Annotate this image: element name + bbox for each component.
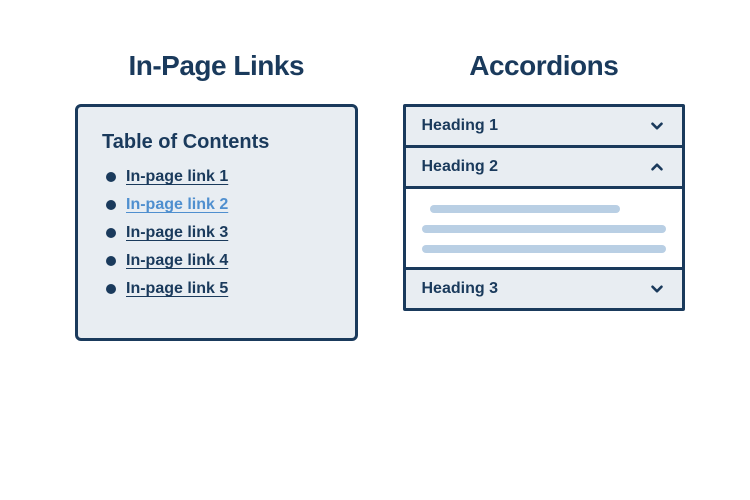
bullet-icon: [106, 256, 116, 266]
accordion-item-2: Heading 2: [406, 148, 683, 270]
chevron-down-icon: [648, 117, 666, 135]
list-item: In-page link 1: [106, 168, 331, 186]
list-item: In-page link 4: [106, 252, 331, 270]
accordion-content-2: [406, 186, 683, 267]
accordion-box: Heading 1 Heading 2 Heading 3: [403, 104, 686, 311]
list-item: In-page link 2: [106, 196, 331, 214]
bullet-icon: [106, 228, 116, 238]
placeholder-line: [422, 245, 667, 253]
accordions-panel: Accordions Heading 1 Heading 2: [403, 50, 686, 311]
in-page-link-4[interactable]: In-page link 4: [126, 252, 228, 270]
chevron-up-icon: [648, 158, 666, 176]
in-page-link-1[interactable]: In-page link 1: [126, 168, 228, 186]
in-page-links-title: In-Page Links: [128, 50, 304, 82]
list-item: In-page link 5: [106, 280, 331, 298]
chevron-down-icon: [648, 280, 666, 298]
toc-list: In-page link 1 In-page link 2 In-page li…: [102, 168, 331, 298]
list-item: In-page link 3: [106, 224, 331, 242]
in-page-link-3[interactable]: In-page link 3: [126, 224, 228, 242]
accordion-header-2[interactable]: Heading 2: [406, 148, 683, 186]
accordion-item-3: Heading 3: [406, 270, 683, 308]
accordion-label: Heading 1: [422, 117, 498, 135]
toc-title: Table of Contents: [102, 131, 331, 154]
accordion-header-3[interactable]: Heading 3: [406, 270, 683, 308]
in-page-link-5[interactable]: In-page link 5: [126, 280, 228, 298]
in-page-links-panel: In-Page Links Table of Contents In-page …: [75, 50, 358, 341]
placeholder-line: [422, 225, 667, 233]
in-page-link-2[interactable]: In-page link 2: [126, 196, 228, 214]
toc-box: Table of Contents In-page link 1 In-page…: [75, 104, 358, 341]
bullet-icon: [106, 172, 116, 182]
accordion-header-1[interactable]: Heading 1: [406, 107, 683, 145]
accordions-title: Accordions: [469, 50, 618, 82]
bullet-icon: [106, 200, 116, 210]
placeholder-line: [430, 205, 621, 213]
accordion-label: Heading 3: [422, 280, 498, 298]
bullet-icon: [106, 284, 116, 294]
accordion-item-1: Heading 1: [406, 107, 683, 148]
accordion-label: Heading 2: [422, 158, 498, 176]
